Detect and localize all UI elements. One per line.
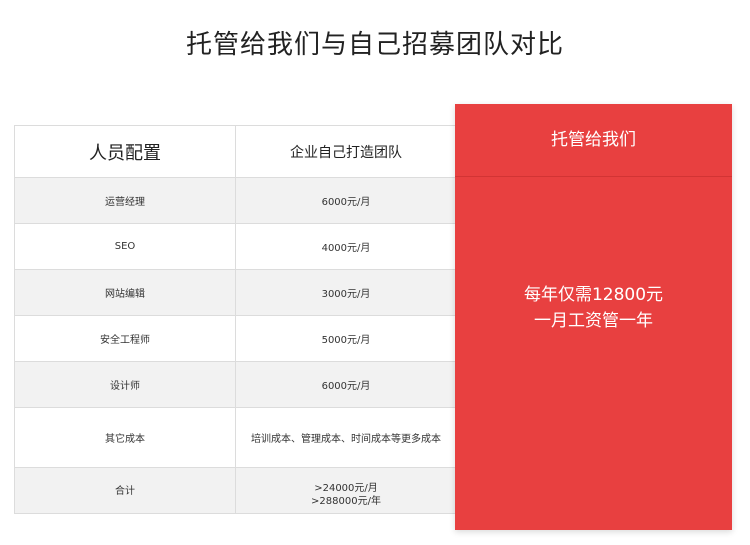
header-staffing: 人员配置 [14,125,236,178]
table-row: 安全工程师 5000元/月 [14,315,457,362]
table-row: 设计师 6000元/月 [14,361,457,408]
role-cell: SEO [14,223,236,270]
table-row: 网站编辑 3000元/月 [14,269,457,316]
offer-panel: 托管给我们 每年仅需12800元 一月工资管一年 [455,104,732,530]
cost-cell: 培训成本、管理成本、时间成本等更多成本 [235,407,457,468]
table-header-row: 人员配置 企业自己打造团队 [14,125,457,178]
table-row: 其它成本 培训成本、管理成本、时间成本等更多成本 [14,407,457,468]
cost-cell: 4000元/月 [235,223,457,270]
cost-cell: 6000元/月 [235,177,457,224]
comparison-page: 托管给我们与自己招募团队对比 人员配置 企业自己打造团队 运营经理 6000元/… [0,0,750,545]
page-title: 托管给我们与自己招募团队对比 [185,30,564,60]
offer-body: 每年仅需12800元 一月工资管一年 [455,282,732,334]
table-row: SEO 4000元/月 [14,223,457,270]
total-monthly: >24000元/月 [314,483,378,494]
role-cell: 其它成本 [14,407,236,468]
cost-cell: 5000元/月 [235,315,457,362]
header-self-build-team: 企业自己打造团队 [235,125,457,178]
role-cell: 运营经理 [14,177,236,224]
role-cell: 设计师 [14,361,236,408]
cost-cell: 6000元/月 [235,361,457,408]
total-value: >24000元/月 >288000元/年 [235,467,457,514]
total-yearly: >288000元/年 [311,496,381,507]
cost-cell: 3000元/月 [235,269,457,316]
role-cell: 网站编辑 [14,269,236,316]
comparison-table: 人员配置 企业自己打造团队 运营经理 6000元/月 SEO 4000元/月 网… [14,125,457,514]
offer-slogan-line: 一月工资管一年 [534,311,653,331]
offer-price-line: 每年仅需12800元 [523,285,664,305]
offer-header: 托管给我们 [455,104,732,177]
role-cell: 安全工程师 [14,315,236,362]
total-label: 合计 [14,467,236,514]
table-row: 运营经理 6000元/月 [14,177,457,224]
total-row: 合计 >24000元/月 >288000元/年 [14,467,457,514]
